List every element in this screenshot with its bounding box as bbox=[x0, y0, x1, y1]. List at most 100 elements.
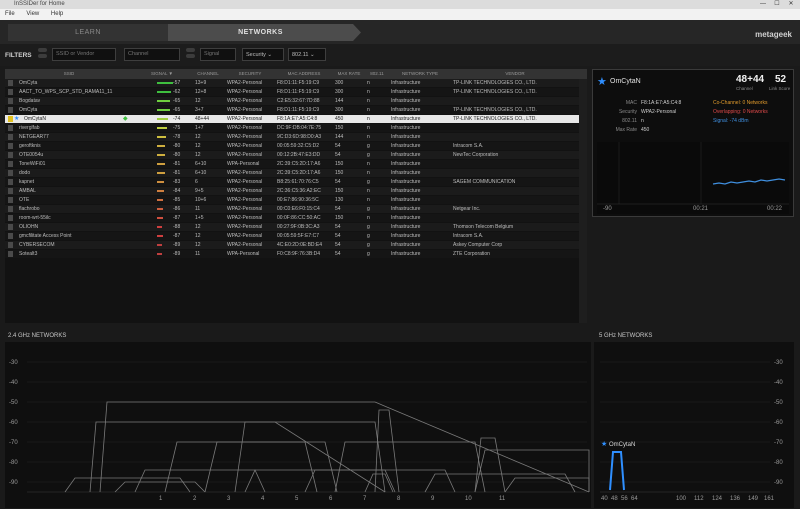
column-header[interactable]: CHANNEL bbox=[191, 69, 225, 79]
row-checkbox[interactable] bbox=[8, 107, 13, 113]
cell-signal: -87 bbox=[173, 233, 181, 239]
seg-toggle[interactable] bbox=[38, 54, 47, 58]
signal-strength-bar bbox=[157, 208, 163, 210]
row-checkbox[interactable] bbox=[8, 98, 13, 104]
row-checkbox[interactable] bbox=[8, 161, 13, 167]
cell-mac: DC:9F:DB:04:7E:75 bbox=[277, 125, 322, 131]
tab-networks[interactable]: NETWORKS bbox=[168, 24, 353, 41]
cell-std: g bbox=[367, 242, 370, 248]
table-row[interactable]: AACT_TO_WPS_SCP_STD_RAMA11_11 -62 12+8 WPA2… bbox=[5, 88, 587, 96]
column-header[interactable]: 802.11 bbox=[365, 69, 389, 79]
row-checkbox[interactable] bbox=[8, 143, 13, 149]
table-row[interactable]: room-wrt-55ilc -87 1+5 WPA2-Personal 00:0F:8… bbox=[5, 214, 587, 222]
row-checkbox[interactable] bbox=[8, 233, 13, 239]
security-filter-dropdown[interactable]: Security ⌄ bbox=[242, 48, 284, 61]
maximize-button[interactable]: ☐ bbox=[770, 0, 784, 9]
detail-label: MAC bbox=[625, 100, 637, 106]
row-checkbox[interactable] bbox=[8, 215, 13, 221]
cell-mac: 00:05:59:32:C5:D2 bbox=[277, 143, 319, 149]
table-row[interactable]: ★ OmCytaN -74 48+44 WPA2-Personal F8:1A:E7:A5… bbox=[5, 115, 587, 123]
table-row[interactable]: flachrobo -86 11 WPA2-Personal 00:C0:E6:F0:1… bbox=[5, 205, 587, 213]
table-row[interactable]: NETGEAR77 -78 12 WPA2-Personal 9C:D3:6D:98:D… bbox=[5, 133, 587, 141]
cell-signal: -80 bbox=[173, 152, 181, 158]
row-checkbox[interactable] bbox=[8, 224, 13, 230]
cell-vendor: NewTec Corporation bbox=[453, 152, 499, 158]
table-row[interactable]: riverglfab -75 1+7 WPA2-Personal DC:9F:DB:04… bbox=[5, 124, 587, 132]
table-row[interactable]: OmCyta -57 13+9 WPA2-Personal F8:D1:11:F5:19… bbox=[5, 79, 587, 87]
row-checkbox[interactable] bbox=[8, 197, 13, 203]
cell-vendor bbox=[453, 196, 579, 204]
seg-toggle[interactable] bbox=[38, 48, 47, 52]
column-header[interactable]: SIGNAL ▼ bbox=[133, 69, 191, 79]
table-row[interactable]: CYBERSECOM -89 12 WPA2-Personal 4C:E0:2D:0E:… bbox=[5, 241, 587, 249]
row-checkbox[interactable] bbox=[8, 206, 13, 212]
row-checkbox[interactable] bbox=[8, 125, 13, 131]
table-row[interactable]: Bogdatav -65 12 WPA2-Personal C2:E5:32:67:7D… bbox=[5, 97, 587, 105]
seg-toggle[interactable] bbox=[186, 48, 195, 52]
table-scrollbar[interactable] bbox=[579, 79, 587, 323]
close-button[interactable]: ✕ bbox=[784, 0, 798, 9]
cell-rate: 150 bbox=[335, 170, 344, 176]
cell-type: Infrastructure bbox=[391, 224, 421, 230]
row-checkbox[interactable] bbox=[8, 152, 13, 158]
column-header[interactable]: SSID bbox=[5, 69, 133, 79]
x-tick: 64 bbox=[631, 496, 638, 502]
signal-filter-input[interactable] bbox=[200, 48, 236, 61]
x-tick: 161 bbox=[764, 496, 775, 502]
seg-toggle[interactable] bbox=[186, 54, 195, 58]
ssid-filter-input[interactable] bbox=[52, 48, 116, 61]
cell-std: g bbox=[367, 143, 370, 149]
table-row[interactable]: AMBAL -84 9+5 WPA2-Personal 2C:36:C5:36:A2:E… bbox=[5, 187, 587, 195]
column-header[interactable]: SECURITY bbox=[225, 69, 275, 79]
row-checkbox[interactable] bbox=[8, 89, 13, 95]
star-icon[interactable]: ★ bbox=[14, 115, 19, 123]
table-row[interactable]: kapnet -83 6 WPA2-Personal B8:25:61:70:76:C5… bbox=[5, 178, 587, 186]
channel-filter-input[interactable] bbox=[124, 48, 180, 61]
detail-value: 450 bbox=[641, 127, 650, 133]
row-checkbox[interactable] bbox=[8, 170, 13, 176]
row-checkbox[interactable] bbox=[8, 134, 13, 140]
column-header[interactable]: VENDOR bbox=[451, 69, 579, 79]
cell-rate: 54 bbox=[335, 179, 341, 185]
cell-signal: -75 bbox=[173, 125, 181, 131]
cell-std: g bbox=[367, 152, 370, 158]
cell-security: WPA2-Personal bbox=[227, 89, 263, 95]
star-icon[interactable]: ★ bbox=[597, 75, 607, 88]
cell-security: WPA2-Personal bbox=[227, 242, 263, 248]
column-header[interactable]: MAX RATE bbox=[333, 69, 365, 79]
table-row[interactable]: ToneWiFi01 -81 6+10 WPA-Personal 2C:39:C5:2D… bbox=[5, 160, 587, 168]
minimize-button[interactable]: — bbox=[756, 0, 770, 9]
table-row[interactable]: OmCyta -65 3+7 WPA2-Personal F8:D1:11:F5:19:… bbox=[5, 106, 587, 114]
table-row[interactable]: gmcfilitate Access Point -87 12 WPA2-Person… bbox=[5, 232, 587, 240]
row-checkbox[interactable] bbox=[8, 242, 13, 248]
cell-vendor: ZTE Corporation bbox=[453, 251, 490, 257]
row-checkbox[interactable] bbox=[8, 179, 13, 185]
graph-tick: 00:22 bbox=[767, 206, 783, 212]
cell-ssid: OmCytaN bbox=[24, 116, 46, 122]
table-row[interactable]: OLIOHN -88 12 WPA2-Personal 00:27:9F:0B:3C:A… bbox=[5, 223, 587, 231]
tab-learn[interactable]: LEARN bbox=[8, 24, 168, 41]
row-checkbox[interactable] bbox=[8, 188, 13, 194]
cell-type: Infrastructure bbox=[391, 206, 421, 212]
table-row[interactable]: OTE -85 10+6 WPA2-Personal 00:E7:86:90:36:5C… bbox=[5, 196, 587, 204]
row-checkbox[interactable] bbox=[8, 80, 13, 86]
cell-rate: 150 bbox=[335, 215, 344, 221]
menu-help[interactable]: Help bbox=[46, 9, 68, 17]
cell-signal: -88 bbox=[173, 224, 181, 230]
table-row[interactable]: geroftknis -80 12 WPA2-Personal 00:05:59:32:… bbox=[5, 142, 587, 150]
cell-ssid: dodo bbox=[19, 170, 31, 176]
filters-label: FILTERS bbox=[5, 52, 32, 59]
row-checkbox[interactable] bbox=[8, 251, 13, 257]
table-row[interactable]: dodo -81 6+10 WPA2-Personal 2C:39:C5:2D:17:A… bbox=[5, 169, 587, 177]
table-row[interactable]: Sotealt3 -89 11 WPA-Personal F0:C8:9F:76:3B:… bbox=[5, 250, 587, 258]
column-header[interactable]: MAC ADDRESS bbox=[275, 69, 333, 79]
menu-view[interactable]: View bbox=[21, 9, 44, 17]
table-row[interactable]: OTE0054u -80 12 WPA2-Personal 00:12:2B:47:E3… bbox=[5, 151, 587, 159]
cell-vendor bbox=[453, 124, 579, 132]
cell-channel: 12+8 bbox=[195, 89, 207, 95]
selected-marker[interactable] bbox=[8, 116, 13, 122]
menu-file[interactable]: File bbox=[0, 9, 20, 17]
cell-mac: 2C:39:C5:2D:17:A6 bbox=[277, 170, 321, 176]
standard-filter-dropdown[interactable]: 802.11 ⌄ bbox=[288, 48, 326, 61]
column-header[interactable]: NETWORK TYPE bbox=[389, 69, 451, 79]
